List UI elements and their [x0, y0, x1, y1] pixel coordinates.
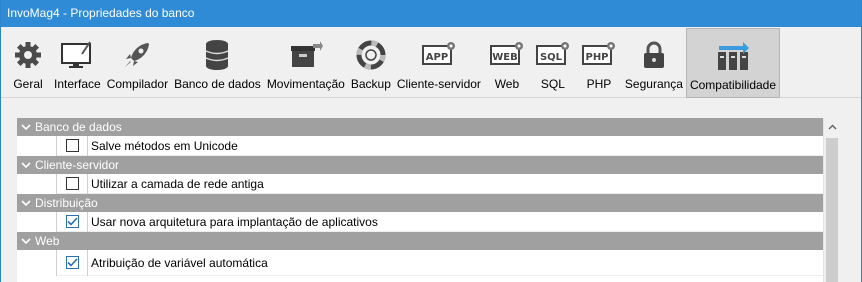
scrollbar-thumb[interactable] [826, 138, 838, 282]
tab-label: Compilador [106, 77, 169, 91]
row-gutter [17, 211, 57, 232]
svg-text:SQL: SQL [540, 52, 563, 63]
table-row: Utilizar a camada de rede antiga [17, 173, 823, 194]
category-banco-de-dados[interactable]: Banco de dados [17, 118, 823, 136]
tab-label: Interface [54, 77, 101, 91]
check-icon [66, 217, 78, 226]
option-label: Usar nova arquitetura para implantação d… [91, 214, 378, 229]
tab-label: Web [494, 77, 520, 91]
compatibility-icon [713, 36, 753, 76]
rocket-icon [117, 35, 157, 75]
tab-cliente-servidor[interactable]: APP Cliente-servidor [394, 28, 484, 98]
tab-seguranca[interactable]: Segurança [622, 28, 686, 98]
auto-variable-checkbox[interactable] [65, 256, 79, 269]
properties-grid: Banco de dados Salve métodos em Unicode … [17, 118, 823, 276]
chevron-down-icon[interactable] [17, 118, 35, 136]
tab-label: Segurança [624, 77, 683, 91]
tab-interface[interactable]: Interface [51, 28, 104, 98]
tab-label: SQL [540, 77, 565, 91]
tab-compatibilidade[interactable]: Compatibilidade [685, 28, 781, 98]
category-cliente-servidor[interactable]: Cliente-servidor [17, 156, 823, 174]
tab-label: Cliente-servidor [396, 77, 481, 91]
sql-icon: SQL [533, 35, 573, 75]
svg-text:PHP: PHP [585, 52, 608, 63]
svg-text:WEB: WEB [492, 52, 517, 63]
properties-grid-panel: Banco de dados Salve métodos em Unicode … [17, 118, 840, 282]
category-label: Banco de dados [35, 120, 122, 134]
scroll-up-icon[interactable] [824, 118, 841, 135]
tab-banco-de-dados[interactable]: Banco de dados [171, 28, 264, 98]
properties-window: InvoMag4 - Propriedades do banco Geral I… [0, 0, 862, 282]
tab-label: Banco de dados [174, 77, 261, 91]
category-label: Distribuição [35, 196, 98, 210]
option-label: Salve métodos em Unicode [91, 138, 238, 153]
table-row: Atribuição de variável automática [17, 249, 823, 276]
lifebuoy-icon [351, 35, 391, 75]
tab-geral[interactable]: Geral [5, 28, 51, 98]
title-bar: InvoMag4 - Propriedades do banco [1, 0, 861, 27]
table-row: Salve métodos em Unicode [17, 135, 823, 156]
tab-label: Compatibilidade [689, 78, 777, 92]
unicode-checkbox[interactable] [65, 139, 79, 152]
tab-sql[interactable]: SQL SQL [530, 28, 576, 98]
box-arrow-icon [286, 35, 326, 75]
tab-compilador[interactable]: Compilador [104, 28, 171, 98]
category-label: Web [35, 234, 60, 248]
chevron-down-icon[interactable] [17, 232, 35, 250]
table-row: Usar nova arquitetura para implantação d… [17, 211, 823, 232]
web-icon: WEB [487, 35, 527, 75]
tab-label: PHP [586, 77, 612, 91]
check-icon [66, 258, 78, 267]
tab-web[interactable]: WEB Web [484, 28, 530, 98]
row-gutter [17, 249, 57, 276]
window-title: InvoMag4 - Propriedades do banco [7, 6, 195, 20]
gear-icon [8, 35, 48, 75]
app-icon: APP [419, 35, 459, 75]
toolbar: Geral Interface Compilador Banco de dado… [1, 27, 861, 98]
tab-php[interactable]: PHP PHP [576, 28, 622, 98]
vertical-scrollbar[interactable] [823, 118, 840, 282]
row-gutter [17, 173, 57, 194]
tab-backup[interactable]: Backup [348, 28, 394, 98]
row-gutter [17, 135, 57, 156]
php-icon: PHP [579, 35, 619, 75]
option-label: Utilizar a camada de rede antiga [91, 176, 264, 191]
chevron-down-icon[interactable] [17, 194, 35, 212]
database-icon [197, 35, 237, 75]
new-deploy-architecture-checkbox[interactable] [65, 215, 79, 228]
tab-label: Backup [350, 77, 391, 91]
tab-movimentacao[interactable]: Movimentação [264, 28, 348, 98]
category-distribuicao[interactable]: Distribuição [17, 194, 823, 212]
monitor-icon [57, 35, 97, 75]
category-web[interactable]: Web [17, 232, 823, 250]
chevron-down-icon[interactable] [17, 156, 35, 174]
old-network-layer-checkbox[interactable] [65, 177, 79, 190]
option-label: Atribuição de variável automática [91, 255, 268, 270]
svg-text:APP: APP [426, 52, 448, 63]
lock-icon [634, 35, 674, 75]
tab-label: Movimentação [266, 77, 345, 91]
category-label: Cliente-servidor [35, 158, 120, 172]
tab-label: Geral [13, 77, 43, 91]
